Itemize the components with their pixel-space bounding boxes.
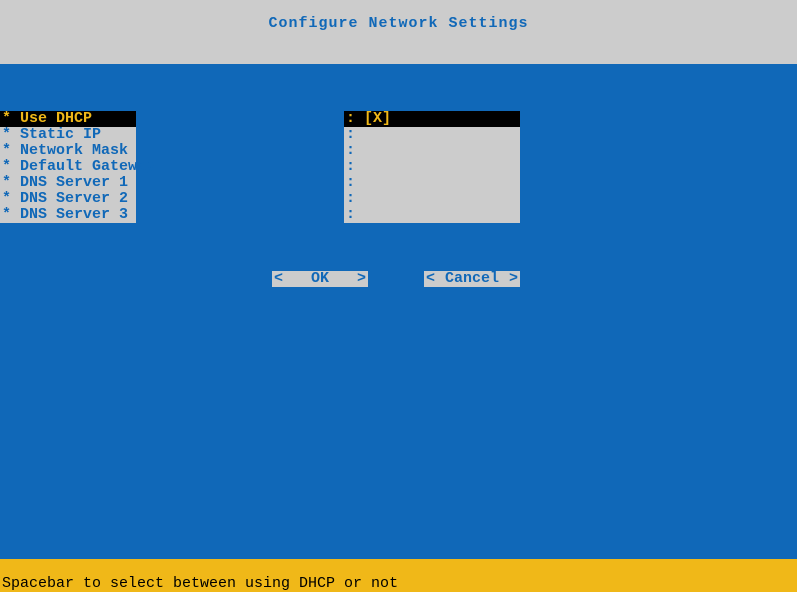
chevron-right-icon: > [509,271,518,287]
colon-icon: : [346,190,355,207]
bullet-icon: * [2,206,11,223]
bullet-icon: * [2,110,11,127]
menu-item-use-dhcp[interactable]: * Use DHCP [0,111,136,127]
value-use-dhcp[interactable]: : [X] [344,111,520,127]
bullet-icon: * [2,142,11,159]
menu-item-network-mask[interactable]: * Network Mask [0,143,136,159]
menu-item-label: DNS Server 1 [20,174,128,191]
bullet-icon: * [2,174,11,191]
menu-item-label: DNS Server 2 [20,190,128,207]
value-default-gateway[interactable]: : [344,159,520,175]
value-static-ip[interactable]: : [344,127,520,143]
menu-item-label: Default Gateway [20,158,155,175]
cancel-button[interactable]: < Cancel > [424,271,520,287]
menu-values-panel: : [X] : : : : : : [344,111,520,223]
menu-labels-panel: * Use DHCP * Static IP * Network Mask * … [0,111,136,223]
menu-item-label: DNS Server 3 [20,206,128,223]
footer-hint-text: Spacebar to select between using DHCP or… [2,575,398,592]
menu-item-label: Network Mask [20,142,128,159]
colon-icon: : [346,206,355,223]
chevron-right-icon: > [357,271,366,287]
chevron-left-icon: < [426,271,435,287]
menu-item-dns-server-3[interactable]: * DNS Server 3 [0,207,136,223]
menu-item-label: Use DHCP [20,110,92,127]
cancel-button-label: Cancel [445,270,499,287]
value-dns-server-3[interactable]: : [344,207,520,223]
value-network-mask[interactable]: : [344,143,520,159]
value-dns-server-1[interactable]: : [344,175,520,191]
value-dns-server-2[interactable]: : [344,191,520,207]
colon-icon: : [346,126,355,143]
menu-item-dns-server-1[interactable]: * DNS Server 1 [0,175,136,191]
bullet-icon: * [2,158,11,175]
value-text: [X] [364,110,391,127]
menu-item-default-gateway[interactable]: * Default Gateway [0,159,136,175]
ok-button-label: OK [311,270,329,287]
bullet-icon: * [2,190,11,207]
chevron-left-icon: < [274,271,283,287]
footer-hint: Spacebar to select between using DHCP or… [0,559,797,592]
menu-item-static-ip[interactable]: * Static IP [0,127,136,143]
header: Configure Network Settings [0,0,797,64]
menu-item-label: Static IP [20,126,101,143]
button-row: < OK > < Cancel > [272,271,520,287]
ok-button[interactable]: < OK > [272,271,368,287]
main-area: * Use DHCP * Static IP * Network Mask * … [0,64,797,559]
colon-icon: : [346,174,355,191]
colon-icon: : [346,110,355,127]
page-title: Configure Network Settings [268,15,528,32]
colon-icon: : [346,142,355,159]
menu-item-dns-server-2[interactable]: * DNS Server 2 [0,191,136,207]
bullet-icon: * [2,126,11,143]
colon-icon: : [346,158,355,175]
